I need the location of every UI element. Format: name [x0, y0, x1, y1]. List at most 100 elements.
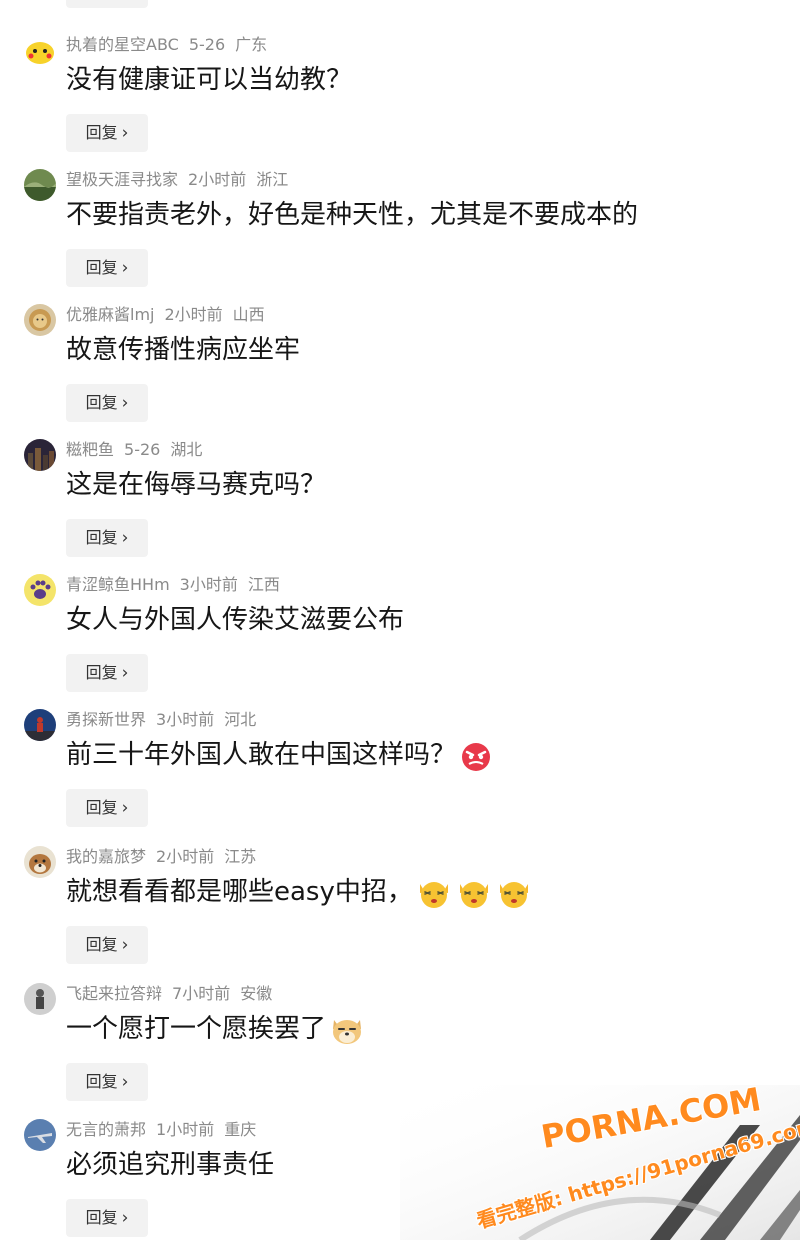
reply-button[interactable]: 回复 › — [66, 1063, 148, 1101]
comment-text: 前三十年外国人敢在中国这样吗？ — [66, 736, 494, 774]
angry-face-emoji — [462, 742, 491, 771]
reply-label: 回复 — [85, 1072, 118, 1091]
comment-meta: 优雅麻酱lmj 2小时前 山西 — [66, 304, 275, 326]
chevron-right-icon: › — [121, 528, 129, 548]
comment-time: 5-26 — [188, 35, 226, 54]
comment-text: 必须追究刑事责任 — [66, 1146, 274, 1184]
reply-label: 回复 — [85, 935, 118, 954]
reply-label: 回复 — [85, 1208, 118, 1227]
reply-label: 回复 — [85, 258, 118, 277]
comment-meta: 无言的萧邦 1小时前 重庆 — [66, 1119, 266, 1141]
comment-meta: 我的嘉旅梦 2小时前 江苏 — [66, 846, 266, 868]
comment-location: 浙江 — [256, 170, 289, 189]
username[interactable]: 望极天涯寻找家 — [66, 170, 178, 189]
paw-avatar-icon[interactable] — [24, 574, 56, 606]
chevron-right-icon: › — [121, 798, 129, 818]
cat-squint-emoji — [459, 881, 488, 908]
comment-meta: 糍粑鱼 5-26 湖北 — [66, 439, 212, 461]
comment-item: 勇探新世界 3小时前 河北 前三十年外国人敢在中国这样吗？ 回复 › — [0, 703, 800, 838]
username[interactable]: 我的嘉旅梦 — [66, 847, 146, 866]
reply-button[interactable]: 回复 › — [66, 384, 148, 422]
reply-button[interactable]: 回复 › — [66, 249, 148, 287]
chevron-right-icon: › — [121, 258, 129, 278]
chevron-right-icon: › — [121, 393, 129, 413]
landscape-avatar-icon[interactable] — [24, 169, 56, 201]
comment-time: 2小时前 — [156, 847, 215, 866]
username[interactable]: 无言的萧邦 — [66, 1120, 146, 1139]
comment-body: 女人与外国人传染艾滋要公布 — [66, 605, 405, 635]
comment-location: 山西 — [232, 305, 265, 324]
figure-avatar-icon[interactable] — [24, 983, 56, 1015]
comment-meta: 飞起来拉答辩 7小时前 安徽 — [66, 983, 282, 1005]
reply-button[interactable]: 回复 › — [66, 789, 148, 827]
chevron-right-icon: › — [121, 663, 129, 683]
comment-text: 这是在侮辱马赛克吗？ — [66, 466, 326, 504]
comment-body: 故意传播性病应坐牢 — [66, 335, 301, 365]
comment-body: 前三十年外国人敢在中国这样吗？ — [66, 740, 457, 770]
comment-location: 重庆 — [224, 1120, 257, 1139]
comment-text: 没有健康证可以当幼教？ — [66, 61, 352, 99]
comment-text: 故意传播性病应坐牢 — [66, 331, 300, 369]
comment-text: 女人与外国人传染艾滋要公布 — [66, 601, 404, 639]
jet-avatar-icon[interactable] — [24, 1119, 56, 1151]
comment-location: 广东 — [235, 35, 268, 54]
reply-button[interactable]: 回复 › — [66, 519, 148, 557]
reply-label: 回复 — [85, 798, 118, 817]
comment-meta: 青涩鲸鱼HHm 3小时前 江西 — [66, 574, 290, 596]
comment-item: 执着的星空ABC 5-26 广东 没有健康证可以当幼教？ 回复 › — [0, 28, 800, 163]
username[interactable]: 勇探新世界 — [66, 710, 146, 729]
comment-body: 不要指责老外，好色是种天性，尤其是不要成本的 — [66, 200, 639, 230]
comment-item: 青涩鲸鱼HHm 3小时前 江西 女人与外国人传染艾滋要公布 回复 › — [0, 568, 800, 703]
comment-location: 河北 — [224, 710, 257, 729]
comment-time: 2小时前 — [188, 170, 247, 189]
reply-label: 回复 — [85, 663, 118, 682]
comment-location: 江苏 — [224, 847, 257, 866]
chevron-right-icon: › — [121, 1208, 129, 1228]
cat-squint-emoji — [419, 881, 448, 908]
chevron-right-icon: › — [121, 1072, 129, 1092]
pikachu-avatar-icon[interactable] — [24, 34, 56, 66]
reply-label: 回复 — [85, 528, 118, 547]
username[interactable]: 青涩鲸鱼HHm — [66, 575, 170, 594]
username[interactable]: 飞起来拉答辩 — [66, 984, 162, 1003]
chevron-right-icon: › — [121, 935, 129, 955]
dog-avatar-icon[interactable] — [24, 846, 56, 878]
comment-location: 湖北 — [170, 440, 203, 459]
reply-label: 回复 — [85, 393, 118, 412]
comment-item: 我的嘉旅梦 2小时前 江苏 就想看看都是哪些easy中招， 回复 › — [0, 840, 800, 975]
comment-body: 必须追究刑事责任 — [66, 1150, 275, 1180]
comment-text: 一个愿打一个愿挨罢了 — [66, 1010, 366, 1048]
doge-emoji — [333, 1019, 362, 1044]
comment-time: 3小时前 — [179, 575, 238, 594]
username[interactable]: 执着的星空ABC — [66, 35, 179, 54]
comment-location: 江西 — [247, 575, 280, 594]
comment-body: 没有健康证可以当幼教？ — [66, 65, 353, 95]
comment-body: 就想看看都是哪些easy中招， — [66, 877, 413, 907]
city-night-avatar-icon[interactable] — [24, 439, 56, 471]
comment-time: 7小时前 — [172, 984, 231, 1003]
comment-meta: 执着的星空ABC 5-26 广东 — [66, 34, 277, 56]
comment-meta: 望极天涯寻找家 2小时前 浙江 — [66, 169, 298, 191]
comment-body: 一个愿打一个愿挨罢了 — [66, 1014, 327, 1044]
lion-avatar-icon[interactable] — [24, 304, 56, 336]
comment-item: 糍粑鱼 5-26 湖北 这是在侮辱马赛克吗？ 回复 › — [0, 433, 800, 568]
comment-meta: 勇探新世界 3小时前 河北 — [66, 709, 266, 731]
hiker-avatar-icon[interactable] — [24, 709, 56, 741]
chevron-right-icon: › — [121, 123, 129, 143]
comment-body: 这是在侮辱马赛克吗？ — [66, 470, 327, 500]
reply-label: 回复 — [85, 123, 118, 142]
comment-time: 1小时前 — [156, 1120, 215, 1139]
reply-button[interactable]: 回复 › — [66, 114, 148, 152]
watermark-overlay: PORNA.COM 看完整版: https://91porna69.com — [400, 1085, 800, 1240]
comment-location: 安徽 — [240, 984, 273, 1003]
comment-text: 就想看看都是哪些easy中招， — [66, 873, 533, 911]
cat-squint-emoji — [499, 881, 528, 908]
reply-button[interactable]: 回复 › — [66, 1199, 148, 1237]
reply-button[interactable]: 回复 › — [66, 926, 148, 964]
username[interactable]: 糍粑鱼 — [66, 440, 114, 459]
comment-item: 优雅麻酱lmj 2小时前 山西 故意传播性病应坐牢 回复 › — [0, 298, 800, 433]
reply-button[interactable]: 回复 › — [66, 654, 148, 692]
comment-time: 2小时前 — [164, 305, 223, 324]
previous-reply-button[interactable] — [66, 0, 148, 8]
username[interactable]: 优雅麻酱lmj — [66, 305, 154, 324]
